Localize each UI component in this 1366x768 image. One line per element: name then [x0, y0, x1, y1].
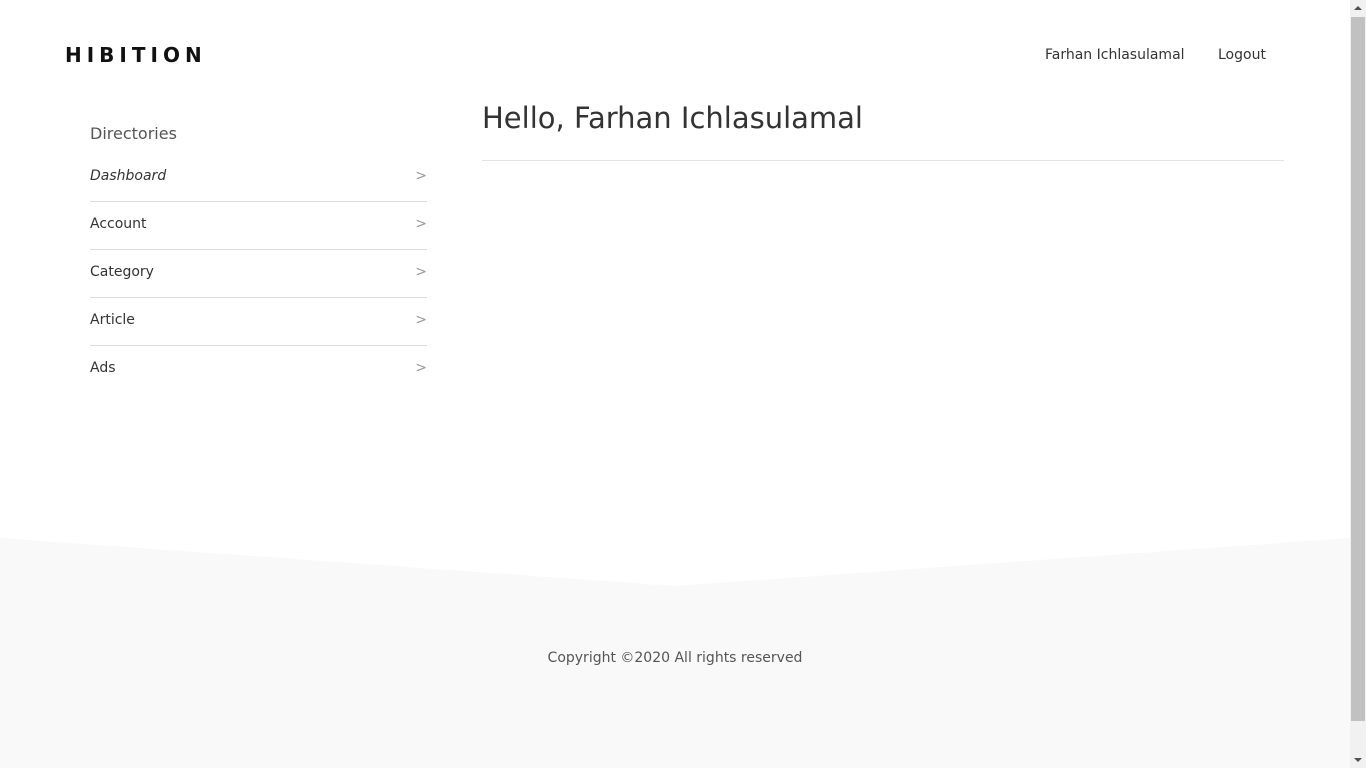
- sidebar-title: Directories: [90, 124, 177, 143]
- sidebar-item-ads[interactable]: Ads >: [90, 346, 427, 394]
- scroll-up-arrow-icon[interactable]: [1350, 0, 1366, 16]
- nav-user-link[interactable]: Farhan Ichlasulamal: [1045, 45, 1185, 65]
- scroll-down-arrow-icon[interactable]: [1350, 752, 1366, 768]
- sidebar-item-label: Ads: [90, 360, 116, 376]
- sidebar-item-account[interactable]: Account >: [90, 202, 427, 250]
- brand-logo[interactable]: HIBITION: [65, 43, 207, 67]
- sidebar-item-label: Dashboard: [90, 168, 167, 184]
- chevron-right-icon: >: [415, 312, 427, 328]
- sidebar-item-dashboard[interactable]: Dashboard >: [90, 154, 427, 202]
- sidebar-item-label: Article: [90, 312, 135, 328]
- sidebar-item-label: Category: [90, 264, 154, 280]
- title-divider: [482, 160, 1284, 161]
- sidebar-item-label: Account: [90, 216, 147, 232]
- nav-logout-link[interactable]: Logout: [1218, 45, 1266, 65]
- sidebar-item-category[interactable]: Category >: [90, 250, 427, 298]
- page: HIBITION Farhan Ichlasulamal Logout Dire…: [0, 0, 1366, 768]
- page-title: Hello, Farhan Ichlasulamal: [482, 101, 863, 135]
- chevron-right-icon: >: [415, 360, 427, 376]
- chevron-right-icon: >: [415, 264, 427, 280]
- sidebar: Directories Dashboard > Account > Catego…: [90, 122, 427, 394]
- page-content: HIBITION Farhan Ichlasulamal Logout Dire…: [0, 0, 1350, 768]
- scrollbar-thumb[interactable]: [1351, 17, 1365, 721]
- chevron-right-icon: >: [415, 216, 427, 232]
- chevron-right-icon: >: [415, 168, 427, 184]
- footer-copyright: Copyright ©2020 All rights reserved: [547, 650, 803, 666]
- sidebar-item-article[interactable]: Article >: [90, 298, 427, 346]
